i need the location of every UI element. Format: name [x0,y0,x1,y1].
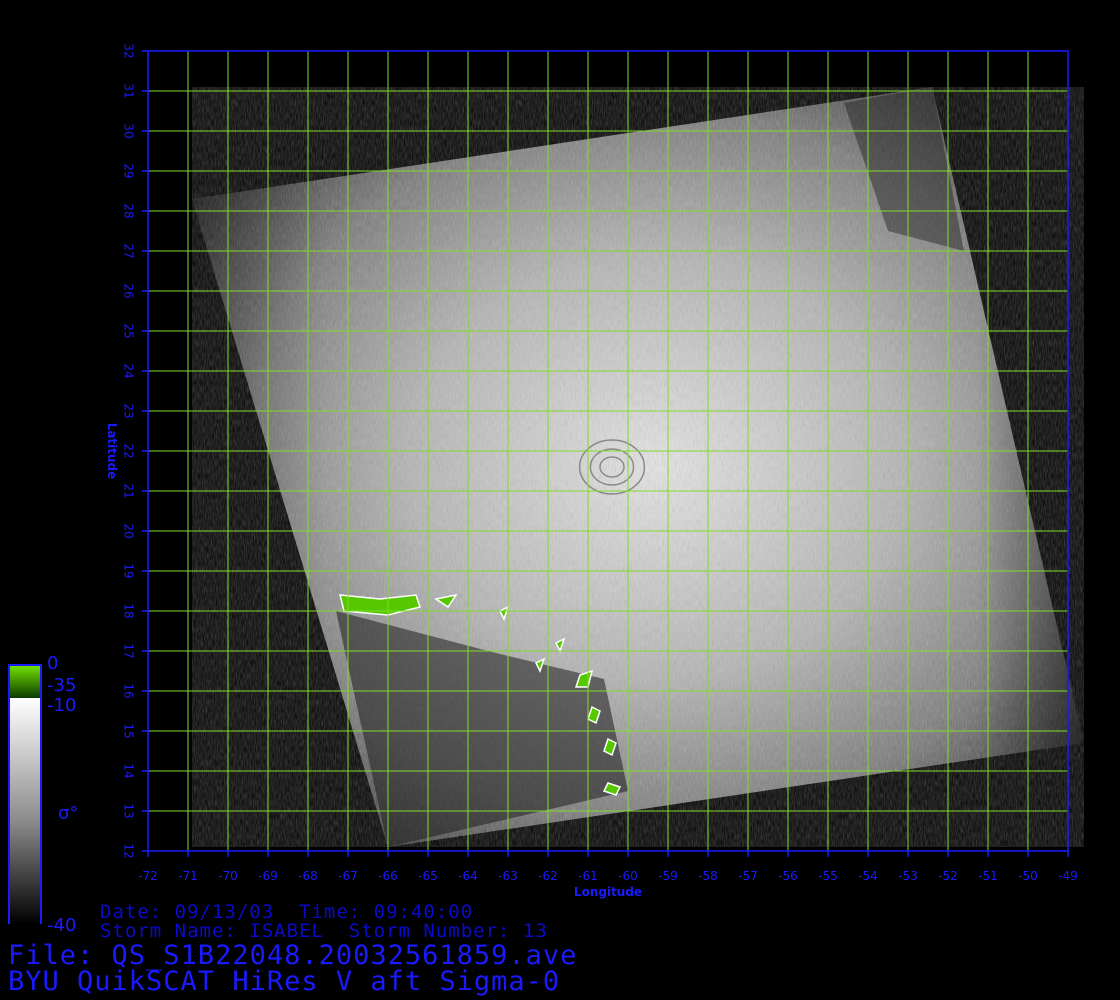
sigma0-swath-image [192,87,1084,847]
latitude-tick-label: 23 [122,403,136,418]
latitude-tick-label: 28 [122,203,136,218]
longitude-tick-label: -60 [618,869,638,883]
longitude-tick-label: -50 [1018,869,1038,883]
longitude-tick-label: -63 [498,869,518,883]
latitude-tick-label: 24 [122,363,136,378]
latitude-tick-label: 32 [122,43,136,58]
longitude-tick-label: -58 [698,869,718,883]
latitude-tick-label: 27 [122,243,136,258]
latitude-tick-label: 13 [122,803,136,818]
longitude-tick-label: -65 [418,869,438,883]
longitude-tick-label: -54 [858,869,878,883]
longitude-tick-label: -69 [258,869,278,883]
colorbar-label-land: -35 [47,675,77,696]
colorbar-sigma0-gradient [10,698,40,924]
longitude-tick-label: -51 [978,869,998,883]
colorbar-label-max: -10 [47,695,77,716]
longitude-tick-label: -66 [378,869,398,883]
storm-info-line: Storm Name: ISABEL Storm Number: 13 [100,920,548,942]
lat-lon-grid [147,50,1069,852]
latitude-tick-label: 17 [122,643,136,658]
latitude-tick-label: 16 [122,683,136,698]
latitude-tick-label: 14 [122,763,136,778]
longitude-tick-label: -71 [178,869,198,883]
longitude-tick-label: -57 [738,869,758,883]
colorbar [8,664,42,924]
longitude-tick-label: -64 [458,869,478,883]
longitude-tick-label: -53 [898,869,918,883]
latitude-tick-label: 19 [122,563,136,578]
latitude-tick-label: 12 [122,843,136,858]
x-axis-label: Longitude [574,885,642,899]
longitude-ticks: -72 -71 -70 -69 -68 -67 -66 -65 -64 -63 -62 -61 -60 -… [138,851,1078,883]
product-title-line: BYU QuikSCAT HiRes V aft Sigma-0 [8,966,561,997]
longitude-tick-label: -56 [778,869,798,883]
longitude-tick-label: -67 [338,869,358,883]
latitude-tick-label: 26 [122,283,136,298]
latitude-tick-label: 31 [122,83,136,98]
colorbar-units-label: σ° [58,803,79,824]
longitude-tick-label: -72 [138,869,158,883]
latitude-tick-label: 22 [122,443,136,458]
scatterometer-map: -72 -71 -70 -69 -68 -67 -66 -65 -64 -63 -62 -61 -60 -… [105,43,1084,899]
colorbar-label-top: 0 [47,653,59,674]
colorbar-label-min: -40 [47,915,77,936]
colorbar-land-segment [10,666,40,698]
latitude-tick-label: 18 [122,603,136,618]
latitude-tick-label: 15 [122,723,136,738]
latitude-tick-label: 21 [122,483,136,498]
longitude-tick-label: -55 [818,869,838,883]
latitude-ticks: 12 13 14 15 16 17 18 19 20 21 22 23 24 25 26 27 28 29 30 31… [122,43,148,859]
longitude-tick-label: -52 [938,869,958,883]
latitude-tick-label: 30 [122,123,136,138]
longitude-tick-label: -49 [1058,869,1078,883]
latitude-tick-label: 20 [122,523,136,538]
y-axis-label: Latitude [105,423,119,480]
latitude-tick-label: 25 [122,323,136,338]
longitude-tick-label: -61 [578,869,598,883]
longitude-tick-label: -70 [218,869,238,883]
longitude-tick-label: -68 [298,869,318,883]
longitude-tick-label: -59 [658,869,678,883]
longitude-tick-label: -62 [538,869,558,883]
latitude-tick-label: 29 [122,163,136,178]
